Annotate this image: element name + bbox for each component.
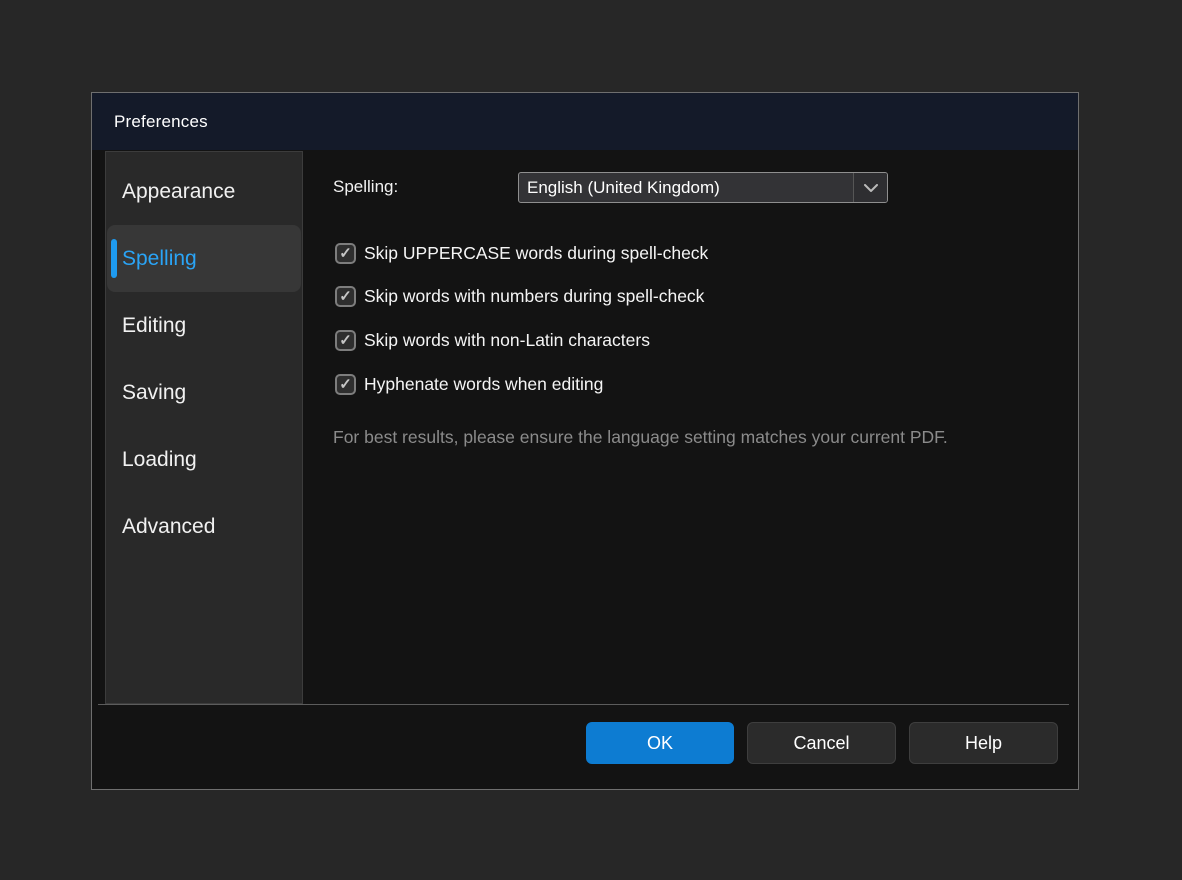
footer-divider bbox=[98, 704, 1069, 705]
checkbox-skip-numbers[interactable] bbox=[335, 286, 356, 307]
selected-indicator-bar bbox=[111, 239, 117, 278]
dialog-titlebar: Preferences bbox=[92, 93, 1078, 150]
sidebar-item-label: Spelling bbox=[122, 247, 197, 271]
sidebar-item-label: Loading bbox=[122, 448, 197, 472]
checkbox-row-hyphenate[interactable]: Hyphenate words when editing bbox=[335, 373, 603, 396]
sidebar-item-editing[interactable]: Editing bbox=[106, 292, 302, 359]
sidebar-item-spelling[interactable]: Spelling bbox=[107, 225, 301, 292]
checkbox-row-skip-numbers[interactable]: Skip words with numbers during spell-che… bbox=[335, 285, 704, 308]
spelling-language-label: Spelling: bbox=[333, 177, 398, 197]
dialog-title: Preferences bbox=[114, 112, 208, 132]
sidebar-item-label: Advanced bbox=[122, 515, 215, 539]
sidebar-item-saving[interactable]: Saving bbox=[106, 359, 302, 426]
sidebar-item-appearance[interactable]: Appearance bbox=[106, 158, 302, 225]
preferences-sidebar: Appearance Spelling Editing Saving Loadi… bbox=[105, 151, 303, 704]
sidebar-item-advanced[interactable]: Advanced bbox=[106, 493, 302, 560]
checkbox-label: Skip words with numbers during spell-che… bbox=[364, 286, 704, 307]
sidebar-item-label: Editing bbox=[122, 314, 186, 338]
ok-button[interactable]: OK bbox=[586, 722, 734, 764]
checkbox-row-skip-uppercase[interactable]: Skip UPPERCASE words during spell-check bbox=[335, 242, 708, 265]
checkbox-skip-nonlatin[interactable] bbox=[335, 330, 356, 351]
cancel-button[interactable]: Cancel bbox=[747, 722, 896, 764]
sidebar-item-label: Saving bbox=[122, 381, 186, 405]
help-button[interactable]: Help bbox=[909, 722, 1058, 764]
sidebar-item-loading[interactable]: Loading bbox=[106, 426, 302, 493]
language-dropdown-value: English (United Kingdom) bbox=[519, 178, 853, 198]
checkbox-label: Skip UPPERCASE words during spell-check bbox=[364, 243, 708, 264]
checkbox-row-skip-nonlatin[interactable]: Skip words with non-Latin characters bbox=[335, 329, 650, 352]
preferences-dialog: Preferences Appearance Spelling Editing … bbox=[91, 92, 1079, 790]
checkbox-label: Skip words with non-Latin characters bbox=[364, 330, 650, 351]
chevron-down-icon bbox=[853, 173, 887, 202]
checkbox-skip-uppercase[interactable] bbox=[335, 243, 356, 264]
language-note-text: For best results, please ensure the lang… bbox=[333, 425, 993, 450]
language-dropdown[interactable]: English (United Kingdom) bbox=[518, 172, 888, 203]
checkbox-hyphenate[interactable] bbox=[335, 374, 356, 395]
sidebar-item-label: Appearance bbox=[122, 180, 235, 204]
checkbox-label: Hyphenate words when editing bbox=[364, 374, 603, 395]
